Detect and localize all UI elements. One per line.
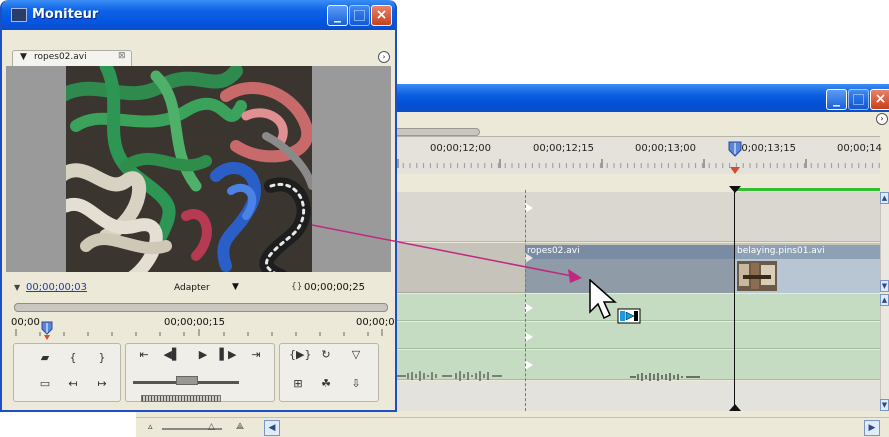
- insert-drag-cursor-icon: [589, 279, 641, 324]
- desktop: _ □ × › 00;00;12;00 00;00;12;15 00;00;13…: [0, 0, 889, 437]
- drag-path-arrow: [311, 224, 582, 283]
